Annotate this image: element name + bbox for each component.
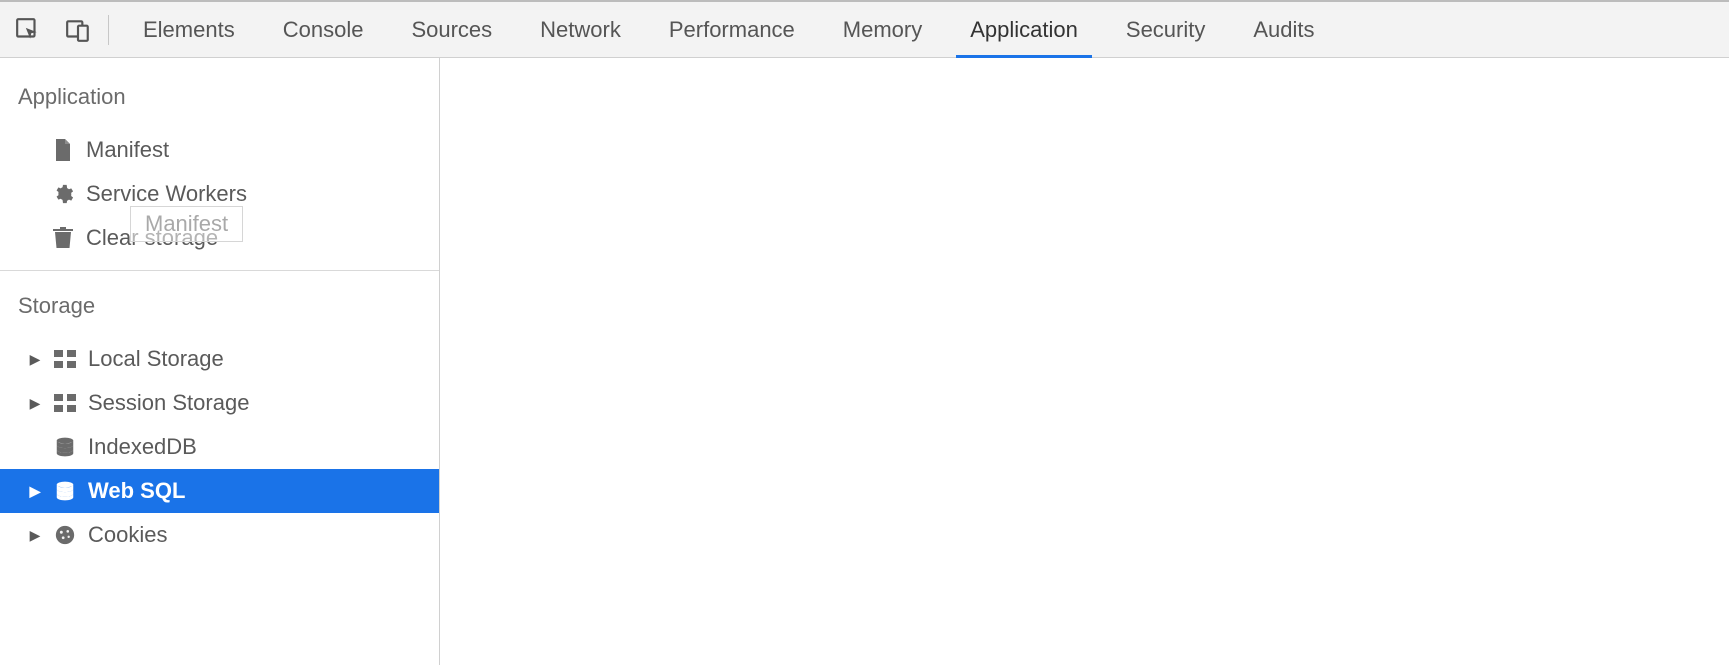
sidebar-item-clear-storage[interactable]: Clear storage — [0, 216, 439, 260]
tab-audits[interactable]: Audits — [1229, 2, 1338, 57]
tabs: Elements Console Sources Network Perform… — [119, 2, 1339, 57]
application-sidebar: Application Manifest Service Workers Cle… — [0, 58, 440, 665]
panel-body: Application Manifest Service Workers Cle… — [0, 58, 1729, 665]
tab-sources[interactable]: Sources — [387, 2, 516, 57]
tab-memory[interactable]: Memory — [819, 2, 946, 57]
sidebar-item-web-sql[interactable]: ▶ Web SQL — [0, 469, 439, 513]
tab-network[interactable]: Network — [516, 2, 645, 57]
sidebar-item-label: Web SQL — [88, 478, 439, 504]
tab-label: Sources — [411, 17, 492, 43]
database-icon — [52, 436, 78, 458]
section-title-storage: Storage — [0, 285, 439, 337]
tab-elements[interactable]: Elements — [119, 2, 259, 57]
chevron-right-icon: ▶ — [28, 395, 42, 412]
tab-label: Application — [970, 17, 1078, 43]
file-icon — [50, 138, 76, 162]
devtools-tabbar: Elements Console Sources Network Perform… — [0, 2, 1729, 58]
tool-buttons — [8, 12, 104, 48]
chevron-right-icon: ▶ — [28, 351, 42, 368]
sidebar-item-indexeddb[interactable]: ▶ IndexedDB — [0, 425, 439, 469]
toggle-device-toolbar-button[interactable] — [60, 12, 96, 48]
gear-icon — [50, 183, 76, 205]
sidebar-item-label: Manifest — [86, 137, 439, 163]
sidebar-item-session-storage[interactable]: ▶ Session Storage — [0, 381, 439, 425]
sidebar-item-label: Cookies — [88, 522, 439, 548]
database-icon — [52, 480, 78, 502]
sidebar-item-service-workers[interactable]: Service Workers — [0, 172, 439, 216]
inspect-element-button[interactable] — [10, 12, 46, 48]
sidebar-item-label: Clear storage — [86, 225, 439, 251]
chevron-right-icon: ▶ — [28, 483, 42, 500]
tab-performance[interactable]: Performance — [645, 2, 819, 57]
detail-pane — [440, 58, 1729, 665]
trash-icon — [50, 227, 76, 249]
tab-label: Network — [540, 17, 621, 43]
divider — [108, 15, 109, 45]
tab-label: Elements — [143, 17, 235, 43]
device-icon — [65, 17, 91, 43]
tab-label: Audits — [1253, 17, 1314, 43]
section-title-application: Application — [0, 76, 439, 128]
tab-label: Security — [1126, 17, 1205, 43]
tab-console[interactable]: Console — [259, 2, 388, 57]
sidebar-item-label: Service Workers — [86, 181, 439, 207]
section-divider — [0, 270, 439, 271]
chevron-right-icon: ▶ — [28, 527, 42, 544]
tab-label: Memory — [843, 17, 922, 43]
sidebar-item-local-storage[interactable]: ▶ Local Storage — [0, 337, 439, 381]
grid-icon — [52, 350, 78, 368]
sidebar-item-label: IndexedDB — [88, 434, 439, 460]
sidebar-item-label: Session Storage — [88, 390, 439, 416]
inspect-icon — [15, 17, 41, 43]
cookie-icon — [52, 524, 78, 546]
sidebar-item-manifest[interactable]: Manifest — [0, 128, 439, 172]
tab-label: Console — [283, 17, 364, 43]
sidebar-item-label: Local Storage — [88, 346, 439, 372]
grid-icon — [52, 394, 78, 412]
tab-application[interactable]: Application — [946, 2, 1102, 57]
tab-label: Performance — [669, 17, 795, 43]
tab-security[interactable]: Security — [1102, 2, 1229, 57]
sidebar-item-cookies[interactable]: ▶ Cookies — [0, 513, 439, 557]
